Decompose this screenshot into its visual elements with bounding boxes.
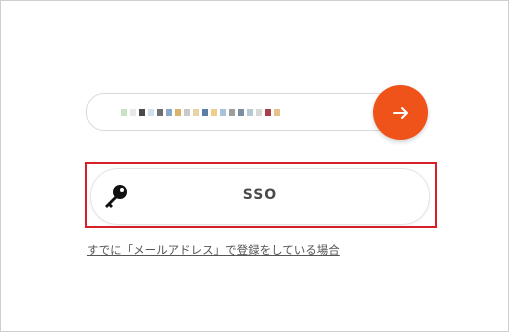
masked-pixel (247, 108, 253, 116)
masked-pixel (202, 108, 208, 116)
email-login-link[interactable]: すでに「メールアドレス」で登録をしている場合 (87, 242, 340, 258)
masked-pixel (184, 108, 190, 116)
masked-pixel (229, 108, 235, 116)
masked-pixel (157, 108, 163, 116)
masked-pixel (148, 108, 154, 116)
masked-pixel (139, 108, 145, 116)
masked-pixel (130, 108, 136, 116)
arrow-right-icon (392, 106, 408, 119)
masked-pixel (121, 108, 127, 116)
masked-pixel (238, 108, 244, 116)
submit-button[interactable] (373, 85, 428, 140)
email-input[interactable] (86, 93, 408, 131)
masked-pixel (211, 108, 217, 116)
masked-pixel (175, 108, 181, 116)
masked-pixel (166, 108, 172, 116)
sso-button[interactable]: SSO (90, 168, 430, 225)
masked-pixel (193, 108, 199, 116)
masked-pixel (220, 108, 226, 116)
masked-pixel (274, 108, 280, 116)
masked-pixel (256, 108, 262, 116)
masked-pixel (265, 108, 271, 116)
sso-label: SSO (242, 187, 278, 203)
masked-email-value (121, 107, 280, 117)
